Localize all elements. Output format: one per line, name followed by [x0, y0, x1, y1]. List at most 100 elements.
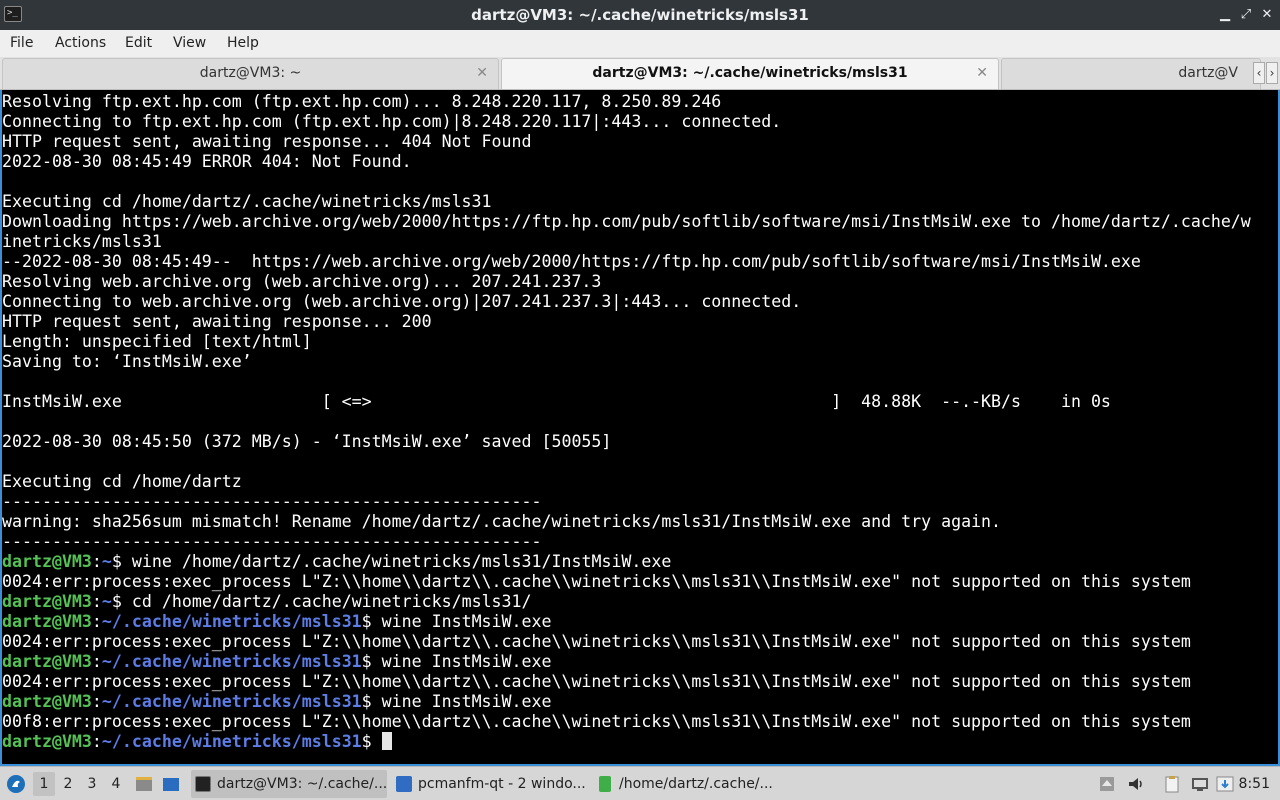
menu-actions[interactable]: Actions — [55, 30, 106, 57]
prompt-line: dartz@VM3:~/.cache/winetricks/msls31$ wi… — [2, 612, 1278, 632]
output-line: Connecting to web.archive.org (web.archi… — [2, 292, 802, 311]
output-line: 2022-08-30 08:45:49 ERROR 404: Not Found… — [2, 152, 412, 171]
output-line: ----------------------------------------… — [2, 492, 542, 511]
tab-msls31[interactable]: dartz@VM3: ~/.cache/winetricks/msls31 ✕ — [501, 58, 999, 89]
output-line: Resolving web.archive.org (web.archive.o… — [2, 272, 602, 291]
output-line: Saving to: ‘InstMsiW.exe’ — [2, 352, 252, 371]
prompt-user: dartz@VM3 — [2, 552, 92, 571]
window-switcher-icon[interactable] — [162, 775, 180, 793]
output-line: warning: sha256sum mismatch! Rename /hom… — [2, 512, 1002, 531]
prompt-colon: : — [91, 732, 102, 751]
desktop-2[interactable]: 2 — [57, 772, 79, 796]
clock[interactable]: 8:51 — [1239, 767, 1270, 800]
output-line: inetricks/msls31 — [2, 232, 162, 251]
desktop-3[interactable]: 3 — [81, 772, 103, 796]
output-line: 2022-08-30 08:45:50 (372 MB/s) - ‘InstMs… — [2, 432, 612, 451]
command-text: wine InstMsiW.exe — [381, 612, 552, 631]
tab-close-icon[interactable]: ✕ — [976, 59, 988, 88]
prompt-path: ~/.cache/winetricks/msls31 — [101, 612, 362, 631]
network-icon[interactable] — [1191, 775, 1209, 793]
menu-file[interactable]: File — [10, 30, 33, 57]
show-desktop-icon[interactable] — [135, 775, 153, 793]
task-label: /home/dartz/.cache/... — [619, 776, 773, 792]
output-line: Resolving ftp.ext.hp.com (ftp.ext.hp.com… — [2, 92, 722, 111]
prompt-path: ~/.cache/winetricks/msls31 — [101, 652, 362, 671]
terminal-cursor — [381, 732, 392, 750]
tab-bar: dartz@VM3: ~ ✕ dartz@VM3: ~/.cache/winet… — [0, 57, 1280, 90]
prompt-dollar: $ — [361, 612, 382, 631]
output-line: --2022-08-30 08:45:49-- https://web.arch… — [2, 252, 1141, 271]
prompt-user: dartz@VM3 — [2, 612, 92, 631]
prompt-dollar: $ — [361, 652, 382, 671]
command-text: wine InstMsiW.exe — [381, 652, 552, 671]
task-file-manager[interactable]: pcmanfm-qt - 2 windo... — [392, 770, 588, 798]
command-text: cd /home/dartz/.cache/winetricks/msls31/ — [131, 592, 532, 611]
prompt-path: ~ — [101, 592, 112, 611]
tab-scroll-left-icon[interactable]: ‹ — [1253, 62, 1265, 84]
prompt-colon: : — [91, 692, 102, 711]
tab-home[interactable]: dartz@VM3: ~ ✕ — [2, 58, 499, 89]
output-line: Executing cd /home/dartz — [2, 472, 242, 491]
menu-bar: File Actions Edit View Help — [0, 30, 1280, 57]
prompt-colon: : — [91, 612, 102, 631]
close-button[interactable]: ✕ — [1258, 6, 1276, 24]
terminal-view[interactable]: Resolving ftp.ext.hp.com (ftp.ext.hp.com… — [0, 90, 1280, 766]
update-icon[interactable] — [1216, 775, 1234, 793]
tab-scroll-right-icon[interactable]: › — [1266, 62, 1278, 84]
window-title: dartz@VM3: ~/.cache/winetricks/msls31 — [471, 6, 809, 24]
menu-edit[interactable]: Edit — [125, 30, 152, 57]
window-titlebar[interactable]: >_ dartz@VM3: ~/.cache/winetricks/msls31… — [0, 0, 1280, 30]
prompt-line: dartz@VM3:~/.cache/winetricks/msls31$ wi… — [2, 692, 1278, 712]
prompt-colon: : — [91, 552, 102, 571]
prompt-colon: : — [91, 592, 102, 611]
menu-help[interactable]: Help — [227, 30, 259, 57]
task-label: dartz@VM3: ~/.cache/... — [217, 776, 387, 792]
maximize-button[interactable]: ⤢ — [1237, 6, 1255, 24]
minimize-button[interactable]: ▁ — [1216, 6, 1234, 24]
task-terminal[interactable]: dartz@VM3: ~/.cache/... — [191, 770, 387, 798]
output-line: HTTP request sent, awaiting response... … — [2, 312, 432, 331]
tab-third[interactable]: dartz@V — [1001, 58, 1261, 89]
output-line: ----------------------------------------… — [2, 532, 542, 551]
command-text: wine /home/dartz/.cache/winetricks/msls3… — [131, 552, 672, 571]
output-line: 00f8:err:process:exec_process L"Z:\\home… — [2, 712, 1191, 731]
tab-label: dartz@VM3: ~/.cache/winetricks/msls31 — [592, 65, 908, 81]
prompt-dollar: $ — [361, 732, 382, 751]
desktop-1[interactable]: 1 — [33, 772, 55, 796]
prompt-path: ~ — [101, 552, 112, 571]
tab-close-icon[interactable]: ✕ — [476, 59, 488, 88]
prompt-line: dartz@VM3:~/.cache/winetricks/msls31$ wi… — [2, 652, 1278, 672]
output-line: Downloading https://web.archive.org/web/… — [2, 212, 1251, 231]
terminal-output: Resolving ftp.ext.hp.com (ftp.ext.hp.com… — [2, 92, 1278, 752]
task-label: pcmanfm-qt - 2 windo... — [418, 776, 586, 792]
clipboard-icon[interactable] — [1163, 775, 1181, 793]
menu-view[interactable]: View — [173, 30, 206, 57]
output-line: HTTP request sent, awaiting response... … — [2, 132, 532, 151]
tab-label: dartz@V — [1178, 65, 1238, 81]
prompt-user: dartz@VM3 — [2, 692, 92, 711]
output-line: 0024:err:process:exec_process L"Z:\\home… — [2, 632, 1191, 651]
prompt-user: dartz@VM3 — [2, 652, 92, 671]
desktop-4[interactable]: 4 — [105, 772, 127, 796]
output-line: Length: unspecified [text/html] — [2, 332, 312, 351]
terminal-icon — [195, 776, 211, 792]
prompt-line: dartz@VM3:~/.cache/winetricks/msls31$ — [2, 732, 1278, 752]
eject-icon[interactable] — [1098, 775, 1116, 793]
taskbar: 1 2 3 4 dartz@VM3: ~/.cache/... pcmanfm-… — [0, 766, 1280, 800]
task-archive[interactable]: /home/dartz/.cache/... — [593, 770, 789, 798]
tab-label: dartz@VM3: ~ — [199, 65, 302, 81]
output-line: Connecting to ftp.ext.hp.com (ftp.ext.hp… — [2, 112, 782, 131]
command-text: wine InstMsiW.exe — [381, 692, 552, 711]
prompt-dollar: $ — [111, 552, 132, 571]
volume-icon[interactable] — [1127, 775, 1145, 793]
prompt-user: dartz@VM3 — [2, 592, 92, 611]
prompt-dollar: $ — [111, 592, 132, 611]
output-line: 0024:err:process:exec_process L"Z:\\home… — [2, 672, 1191, 691]
prompt-dollar: $ — [361, 692, 382, 711]
prompt-colon: : — [91, 652, 102, 671]
start-menu-icon[interactable] — [6, 774, 26, 794]
